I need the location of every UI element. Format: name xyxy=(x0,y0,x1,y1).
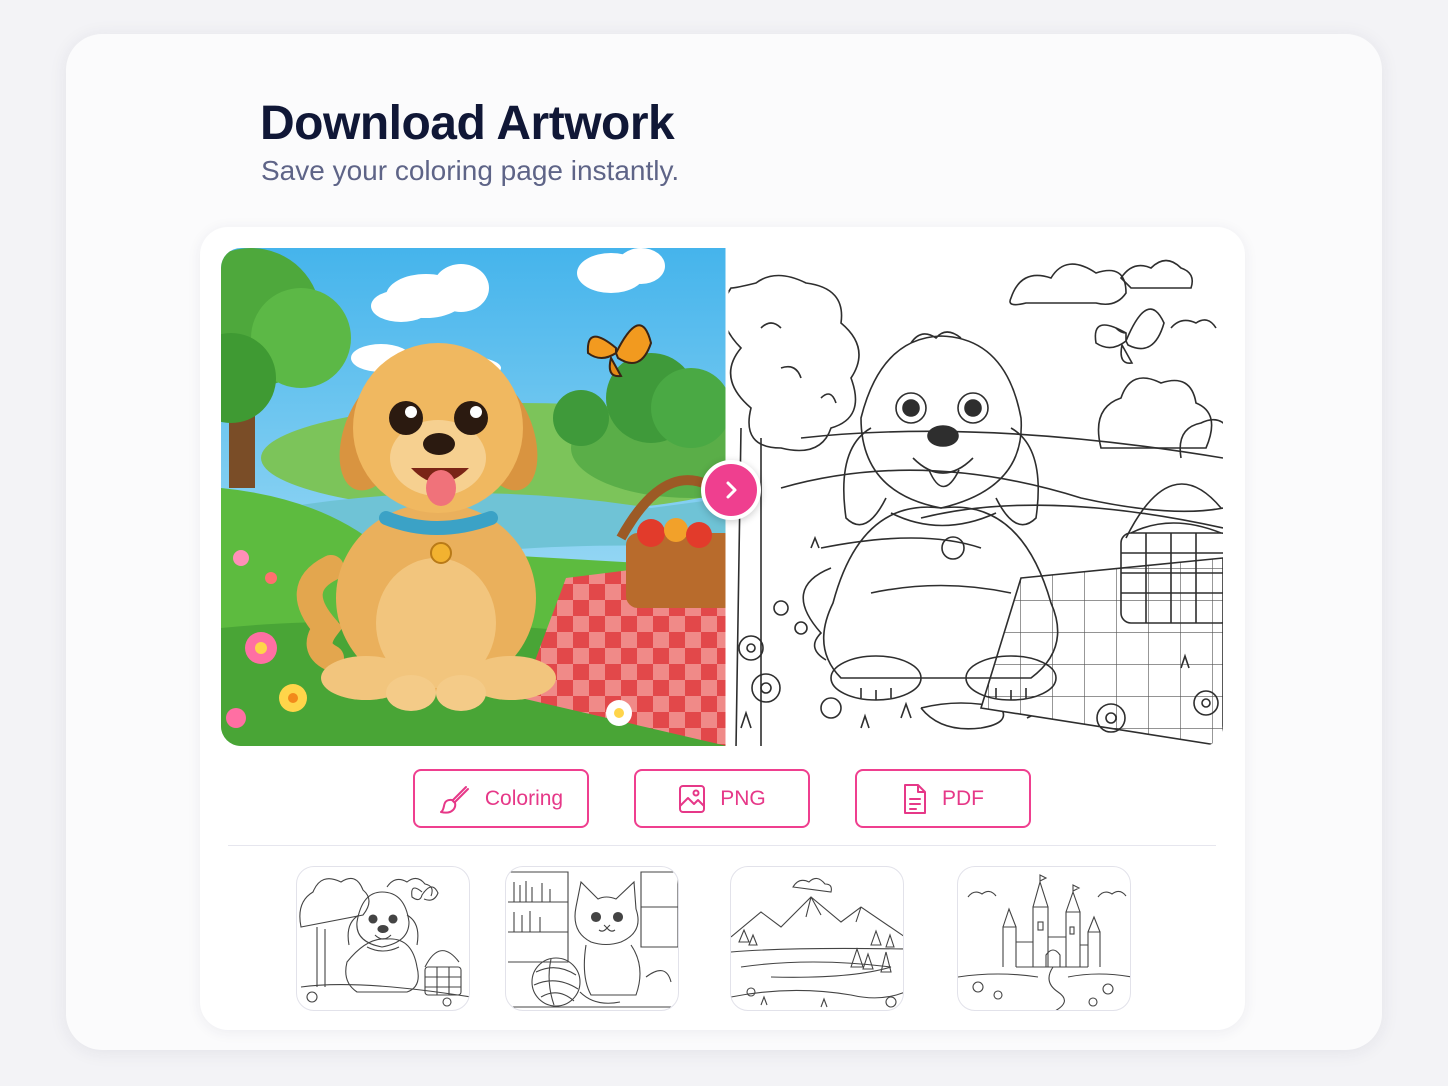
gallery-thumb-castle[interactable] xyxy=(957,866,1131,1011)
coloring-button-label: Coloring xyxy=(484,786,564,810)
divider xyxy=(228,845,1216,846)
coloring-button[interactable]: Coloring xyxy=(413,769,589,828)
gallery-thumb-kitten[interactable] xyxy=(505,866,679,1011)
line-art-scene xyxy=(727,248,1223,746)
page-subtitle: Save your coloring page instantly. xyxy=(261,155,680,186)
pdf-button-label: PDF xyxy=(942,786,984,810)
brush-icon xyxy=(439,785,469,814)
gallery-thumb-puppy[interactable] xyxy=(296,866,470,1011)
compare-toggle-button[interactable] xyxy=(701,460,761,520)
pdf-button[interactable]: PDF xyxy=(855,769,1031,828)
png-button[interactable]: PNG xyxy=(634,769,810,828)
chevron-right-icon xyxy=(726,481,737,499)
page-title: Download Artwork xyxy=(260,97,675,150)
gallery-thumb-mountains[interactable] xyxy=(730,866,904,1011)
image-icon xyxy=(679,784,706,813)
document-icon xyxy=(904,783,926,814)
png-button-label: PNG xyxy=(720,786,766,810)
